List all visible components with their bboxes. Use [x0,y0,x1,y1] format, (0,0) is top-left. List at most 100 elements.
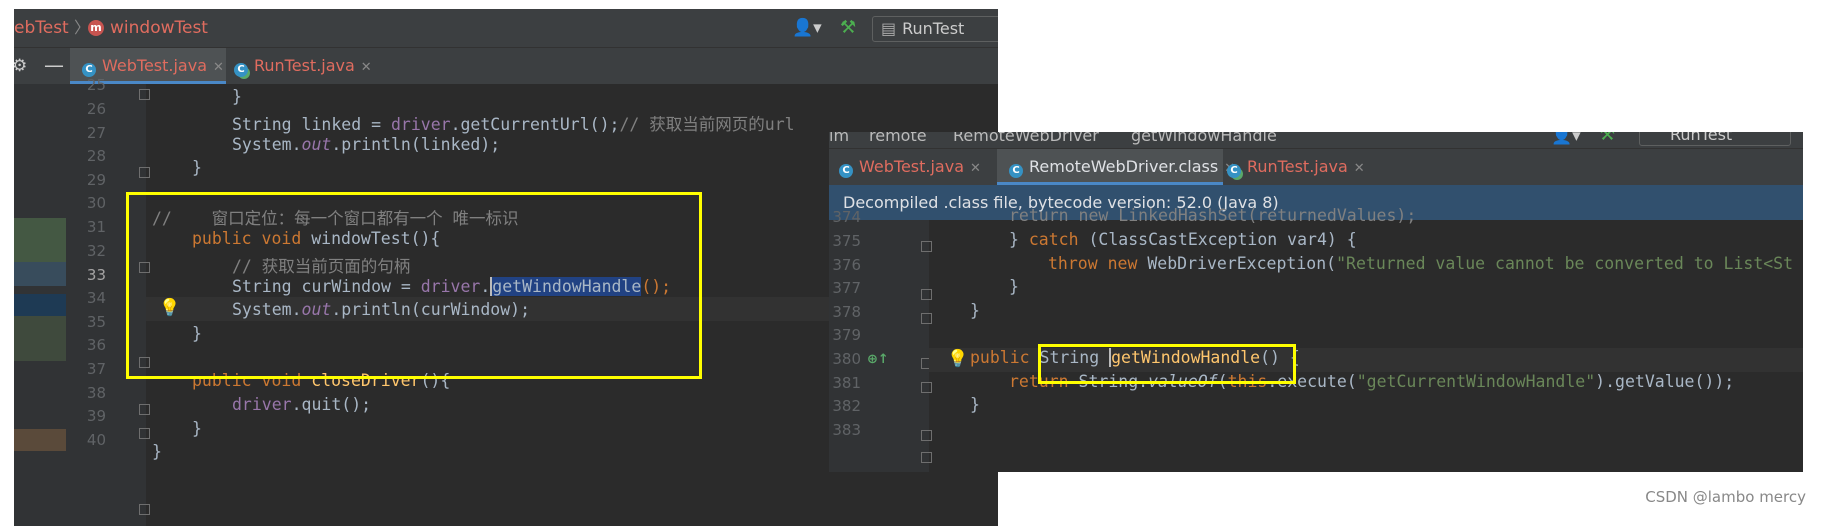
line-number: 377 [832,279,861,297]
tab-label: WebTest.java [102,56,207,75]
editor-tabs: C WebTest.java ✕ C RemoteWebDriver.class ✕ C… [829,148,1803,185]
navigation-bar: im remote RemoteWebDriver getWindowHandl… [829,132,1803,148]
method-icon: m [88,20,104,36]
runnable-class-icon: C [234,63,248,77]
line-number: 38 [86,384,106,402]
fold-marker-icon[interactable] [921,430,932,441]
run-config-select[interactable]: ▤ RunTest [872,16,998,42]
line-number-current: 33 [86,266,106,284]
fold-marker-icon[interactable] [921,382,932,393]
line-number: 34 [86,289,106,307]
navigation-bar: ebTest 〉 m windowTest 👤▾ ⚒ ▤ RunTest [14,9,998,47]
line-number: 35 [86,313,106,331]
user-icon[interactable]: 👤▾ [1551,132,1581,146]
editor-tabs: ⚙ — C WebTest.java ✕ C RunTest.java ✕ [14,47,998,84]
change-marker [14,262,66,286]
code-line-376: throw new WebDriverException("Returned v… [1048,254,1794,273]
line-number: 32 [86,242,106,260]
code-line-26: String linked = driver.getCurrentUrl();/… [232,115,795,134]
annotation-highlight-box [1038,344,1296,384]
line-number: 39 [86,407,106,425]
change-marker [14,294,66,316]
fold-marker-icon[interactable] [921,289,932,300]
run-config-label: RunTest [902,19,965,38]
tab-label: WebTest.java [859,157,964,176]
line-number: 29 [86,171,106,189]
code-line-374: return new LinkedHashSet(returnedValues)… [1009,206,1417,225]
user-icon[interactable]: 👤▾ [792,18,822,38]
line-number: 380 [832,350,861,368]
runnable-class-icon: C [1227,164,1241,178]
gear-icon[interactable]: ⚙ [14,56,27,76]
java-class-icon: C [1009,164,1023,178]
java-class-icon: C [839,164,853,178]
line-number: 28 [86,147,106,165]
tab-label: RemoteWebDriver.class [1029,157,1219,176]
code-line-377: } [1009,277,1019,296]
build-hammer-icon[interactable]: ⚒ [1599,132,1615,145]
fold-marker-icon[interactable] [139,167,150,178]
code-line-28: } [192,158,202,177]
right-ide-window: im remote RemoteWebDriver getWindowHandl… [829,132,1803,472]
breadcrumb-method[interactable]: getWindowHandle [1131,132,1277,145]
annotation-highlight-box [126,192,702,379]
build-hammer-icon[interactable]: ⚒ [840,17,856,38]
line-number: 25 [86,76,106,94]
tab-runtest-java[interactable]: C RunTest.java ✕ [1227,149,1377,185]
tab-webtest-java[interactable]: C WebTest.java ✕ [839,149,989,185]
line-number: 36 [86,336,106,354]
watermark: CSDN @lambo mercy [1645,488,1806,506]
line-number: 383 [832,421,861,439]
fold-marker-icon[interactable] [921,313,932,324]
breadcrumb-remote[interactable]: remote [869,132,927,145]
lightbulb-icon[interactable]: 💡 [947,349,968,369]
line-number: 40 [86,431,106,449]
vcs-change-strip [14,84,66,526]
code-line-382: } [970,395,980,414]
line-number: 37 [86,360,106,378]
run-config-select[interactable]: RunTest [1639,132,1791,146]
java-class-icon: C [82,63,96,77]
code-line-40: } [152,442,162,461]
fold-marker-icon[interactable] [139,404,150,415]
line-number: 376 [832,256,861,274]
fold-marker-icon[interactable] [139,428,150,439]
tab-label: RunTest.java [254,56,355,75]
line-number: 26 [86,100,106,118]
code-line-375: } catch (ClassCastException var4) { [1009,230,1357,249]
fold-marker-icon[interactable] [921,452,932,463]
close-tab-icon[interactable]: ✕ [361,60,372,75]
line-number: 382 [832,397,861,415]
overrides-method-icon[interactable]: ⊕↑ [867,352,889,367]
tab-label: RunTest.java [1247,157,1348,176]
line-number: 30 [86,194,106,212]
breadcrumb-class[interactable]: ebTest [14,9,69,47]
line-number: 27 [86,124,106,142]
breadcrumb-package[interactable]: im [829,132,849,145]
line-number: 31 [86,218,106,236]
fold-marker-icon[interactable] [139,504,150,515]
line-number: 381 [832,374,861,392]
fold-marker-icon[interactable] [921,241,932,252]
breadcrumb-method[interactable]: windowTest [110,9,208,47]
code-line-38: driver.quit(); [232,395,372,414]
breadcrumb-class[interactable]: RemoteWebDriver [953,132,1099,145]
fold-marker-icon[interactable] [139,89,150,100]
tab-runtest-java[interactable]: C RunTest.java ✕ [234,48,384,84]
run-config-icon: ▤ [881,19,897,38]
line-number-gutter: 374 375 376 377 378 379 380 381 382 383 [829,208,929,472]
code-line-27: System.out.println(linked); [232,135,501,154]
change-marker [14,429,66,451]
line-number: 374 [832,208,861,226]
close-tab-icon[interactable]: ✕ [970,161,981,176]
line-number: 375 [832,232,861,250]
code-line-39: } [192,419,202,438]
code-line-25: } [232,87,242,106]
line-number: 379 [832,326,861,344]
close-tab-icon[interactable]: ✕ [1354,161,1365,176]
close-tab-icon[interactable]: ✕ [213,60,224,75]
code-line-378: } [970,301,980,320]
minimize-icon[interactable]: — [44,53,64,77]
change-marker [14,316,66,361]
tab-remotewebdriver-class[interactable]: CRemoteWebDriver.class✕ [997,149,1235,185]
